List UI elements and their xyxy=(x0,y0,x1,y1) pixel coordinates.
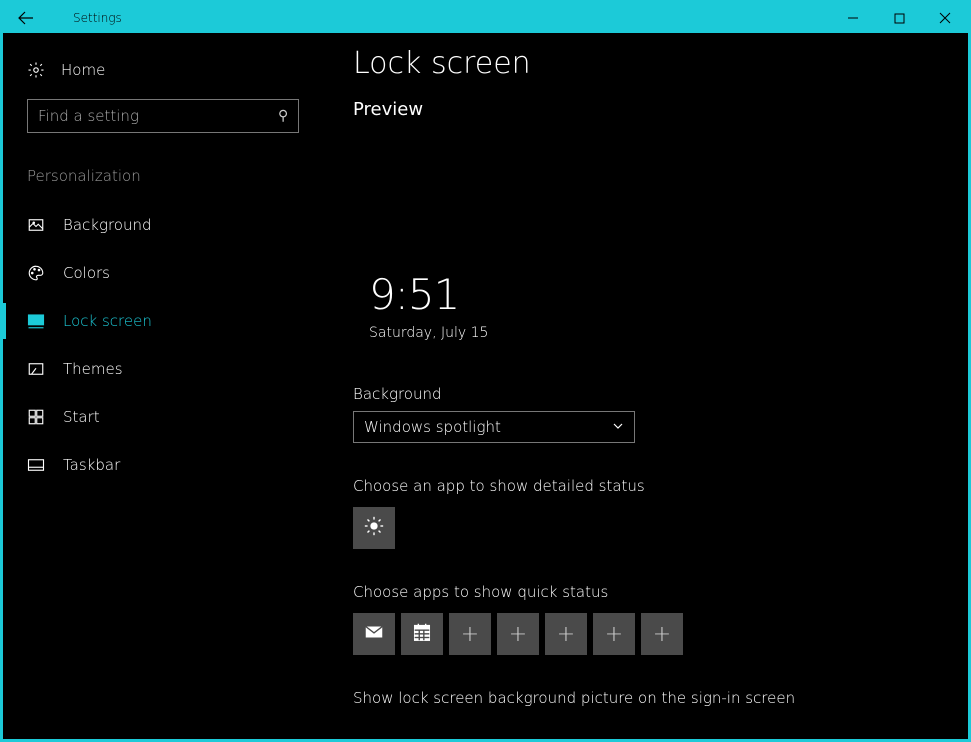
signin-background-label: Show lock screen background picture on t… xyxy=(353,689,932,707)
quick-status-calendar-tile[interactable] xyxy=(401,613,443,655)
plus-icon: + xyxy=(653,622,671,647)
detailed-status-app-tile[interactable] xyxy=(353,507,395,549)
background-dropdown[interactable]: Windows spotlight xyxy=(353,411,635,443)
close-button[interactable] xyxy=(922,3,968,33)
minimize-button[interactable] xyxy=(830,3,876,33)
background-label: Background xyxy=(353,385,932,403)
start-icon xyxy=(27,408,45,426)
sidebar-item-label: Start xyxy=(63,408,100,426)
paint-icon xyxy=(27,360,45,378)
sidebar-item-lock-screen[interactable]: Lock screen xyxy=(3,297,323,345)
sidebar-item-taskbar[interactable]: Taskbar xyxy=(3,441,323,489)
sidebar-item-label: Colors xyxy=(63,264,110,282)
taskbar-icon xyxy=(27,456,45,474)
home-label: Home xyxy=(61,61,105,79)
maximize-icon xyxy=(894,13,905,24)
plus-icon: + xyxy=(557,622,575,647)
search-box[interactable]: ⚲ xyxy=(27,99,299,133)
sidebar-item-label: Themes xyxy=(63,360,123,378)
quick-status-add-tile[interactable]: + xyxy=(641,613,683,655)
quick-status-mail-tile[interactable] xyxy=(353,613,395,655)
quick-status-add-tile[interactable]: + xyxy=(497,613,539,655)
sidebar-item-start[interactable]: Start xyxy=(3,393,323,441)
plus-icon: + xyxy=(509,622,527,647)
quick-status-add-tile[interactable]: + xyxy=(545,613,587,655)
plus-icon: + xyxy=(605,622,623,647)
minimize-icon xyxy=(847,12,859,24)
monitor-icon xyxy=(27,312,45,330)
lock-screen-preview[interactable]: 9:51 Saturday, July 15 xyxy=(353,130,843,355)
plus-icon: + xyxy=(461,622,479,647)
mail-icon xyxy=(363,621,385,647)
detailed-status-row xyxy=(353,507,932,549)
home-link[interactable]: Home xyxy=(3,55,323,85)
preview-date: Saturday, July 15 xyxy=(369,325,488,341)
quick-status-add-tile[interactable]: + xyxy=(449,613,491,655)
main-panel: Lock screen Preview 9:51 Saturday, July … xyxy=(323,33,968,739)
preview-heading: Preview xyxy=(353,99,932,120)
sidebar-item-label: Taskbar xyxy=(63,456,120,474)
category-label: Personalization xyxy=(3,167,323,201)
quick-status-add-tile[interactable]: + xyxy=(593,613,635,655)
image-icon xyxy=(27,216,45,234)
sidebar-item-label: Background xyxy=(63,216,152,234)
chevron-down-icon xyxy=(612,420,624,435)
settings-window: Settings Home xyxy=(0,0,971,742)
sidebar-item-background[interactable]: Background xyxy=(3,201,323,249)
sidebar-item-colors[interactable]: Colors xyxy=(3,249,323,297)
quick-status-row: + + + + + xyxy=(353,613,932,655)
sidebar: Home ⚲ Personalization Background Colors xyxy=(3,33,323,739)
quick-status-label: Choose apps to show quick status xyxy=(353,583,932,601)
palette-icon xyxy=(27,264,45,282)
background-value: Windows spotlight xyxy=(364,418,501,436)
maximize-button[interactable] xyxy=(876,3,922,33)
calendar-icon xyxy=(411,621,433,647)
back-arrow-icon xyxy=(18,10,34,26)
close-icon xyxy=(939,12,951,24)
search-icon: ⚲ xyxy=(278,108,288,124)
sidebar-item-label: Lock screen xyxy=(63,312,152,330)
gear-icon xyxy=(27,61,45,79)
titlebar: Settings xyxy=(3,3,968,33)
page-title: Lock screen xyxy=(353,46,932,81)
search-input[interactable] xyxy=(38,107,278,125)
back-button[interactable] xyxy=(3,3,49,33)
preview-time: 9:51 xyxy=(369,270,459,319)
window-title: Settings xyxy=(73,11,122,25)
detailed-status-label: Choose an app to show detailed status xyxy=(353,477,932,495)
weather-icon xyxy=(363,515,385,541)
sidebar-item-themes[interactable]: Themes xyxy=(3,345,323,393)
